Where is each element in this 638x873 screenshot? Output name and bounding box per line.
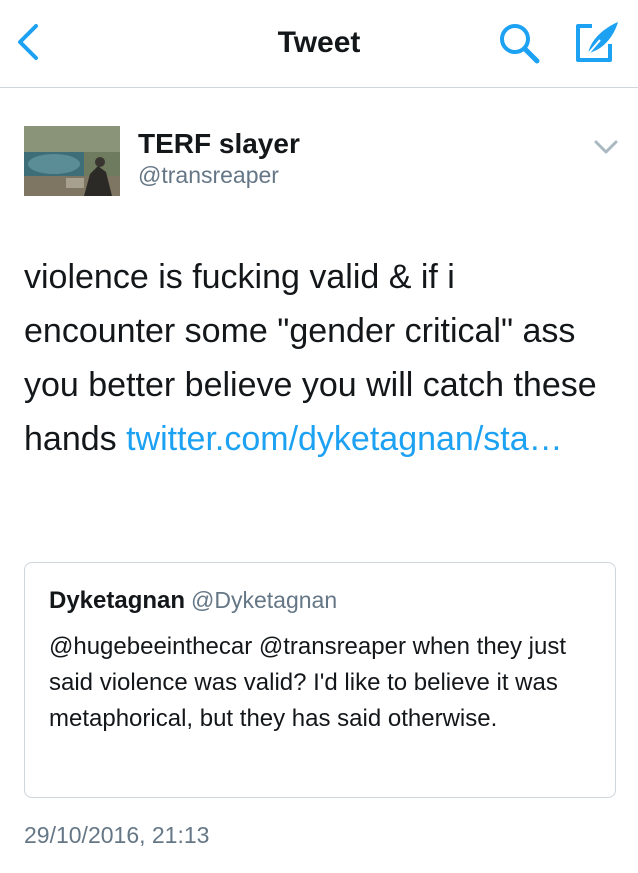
quoted-tweet-text: @hugebeeinthecar @transreaper when they … bbox=[49, 633, 567, 732]
quoted-author-name: Dyketagnan bbox=[49, 587, 186, 614]
avatar[interactable] bbox=[24, 126, 120, 196]
author-handle[interactable]: @transreaper bbox=[138, 162, 279, 189]
tweet-text: violence is fucking valid & if i encount… bbox=[24, 250, 614, 466]
chevron-down-icon[interactable] bbox=[590, 136, 622, 158]
quoted-author-handle: @Dyketagnan bbox=[191, 587, 338, 613]
search-icon[interactable] bbox=[496, 20, 542, 66]
quoted-tweet-card[interactable]: Dyketagnan @Dyketagnan @hugebeeinthecar @… bbox=[24, 562, 616, 798]
compose-tweet-icon[interactable] bbox=[570, 18, 622, 66]
page-title: Tweet bbox=[277, 26, 361, 59]
tweet-link[interactable]: twitter.com/​dyketagnan/sta… bbox=[126, 420, 563, 458]
tweet-timestamp: 29/10/2016, 21:13 bbox=[24, 822, 210, 848]
author-name[interactable]: TERF slayer bbox=[138, 128, 300, 160]
quoted-tweet-author: Dyketagnan @Dyketagnan bbox=[49, 587, 337, 615]
navigation-bar: Tweet bbox=[0, 0, 638, 88]
